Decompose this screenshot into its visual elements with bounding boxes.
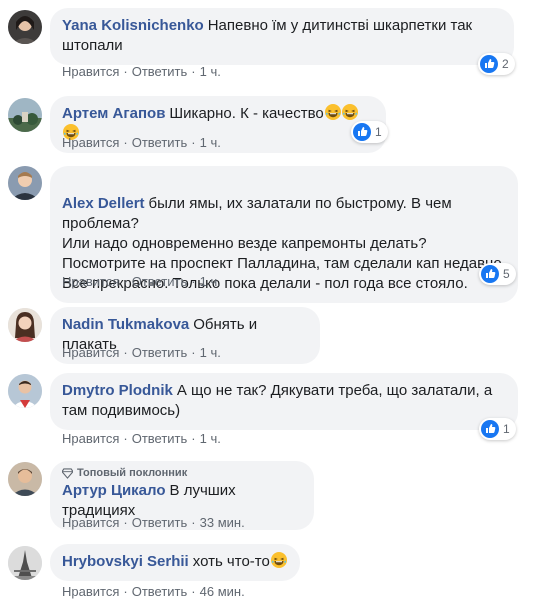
comment-bubble: Hrybovskyi Serhii хоть что-то (50, 544, 300, 581)
reaction-count-value: 1 (503, 422, 510, 436)
comment-author[interactable]: Yana Kolisnichenko (62, 17, 204, 34)
reply-link[interactable]: Ответить (132, 584, 188, 600)
like-link[interactable]: Нравится (62, 345, 119, 361)
top-fan-badge: Топовый поклонник (62, 466, 302, 480)
comment-actions: Нравится · Ответить · 1 ч. (62, 274, 221, 290)
separator: · (123, 274, 128, 289)
comment-author[interactable]: Dmytro Plodnik (62, 382, 173, 399)
reaction-count[interactable]: 2 (478, 53, 515, 75)
like-link[interactable]: Нравится (62, 64, 119, 80)
separator: · (191, 274, 196, 289)
like-icon (480, 55, 498, 73)
comment-author[interactable]: Nadin Tukmakova (62, 316, 189, 333)
comment-actions: Нравится · Ответить · 1 ч. (62, 345, 221, 361)
like-link[interactable]: Нравится (62, 274, 119, 290)
timestamp[interactable]: 1 ч. (200, 431, 221, 447)
avatar[interactable] (8, 166, 42, 200)
separator: · (191, 584, 196, 599)
comment-actions: Нравится · Ответить · 1 ч. (62, 64, 221, 80)
avatar[interactable] (8, 546, 42, 580)
timestamp[interactable]: 33 мин. (200, 515, 245, 531)
like-icon (481, 265, 499, 283)
comment-bubble: Dmytro Plodnik А що не так? Дякувати треб… (50, 373, 518, 430)
like-icon (481, 420, 499, 438)
separator: · (191, 431, 196, 446)
like-icon (353, 123, 371, 141)
separator: · (123, 584, 128, 599)
comment-author[interactable]: Alex Dellert (62, 195, 145, 212)
separator: · (191, 515, 196, 530)
comment-text: хоть что-то (192, 553, 270, 570)
timestamp[interactable]: 1 ч. (200, 274, 221, 290)
separator: · (191, 64, 196, 79)
comment-author[interactable]: Hrybovskyi Serhii (62, 553, 189, 570)
reply-link[interactable]: Ответить (132, 345, 188, 361)
like-link[interactable]: Нравится (62, 431, 119, 447)
laughing-emoji-icon (324, 104, 341, 120)
avatar[interactable] (8, 374, 42, 408)
comment-actions: Нравится · Ответить · 1 ч. (62, 431, 221, 447)
timestamp[interactable]: 1 ч. (200, 345, 221, 361)
timestamp[interactable]: 46 мин. (200, 584, 245, 600)
reaction-count-value: 5 (503, 267, 510, 281)
like-link[interactable]: Нравится (62, 135, 119, 151)
laughing-emoji-icon (270, 552, 287, 568)
comment-author[interactable]: Артем Агапов (62, 105, 165, 122)
separator: · (123, 345, 128, 360)
avatar[interactable] (8, 462, 42, 496)
like-link[interactable]: Нравится (62, 515, 119, 531)
reply-link[interactable]: Ответить (132, 64, 188, 80)
separator: · (123, 64, 128, 79)
comment-author[interactable]: Артур Цикало (62, 482, 166, 499)
comment-bubble: Yana Kolisnichenko Напевно їм у дитинстві… (50, 8, 514, 65)
timestamp[interactable]: 1 ч. (200, 64, 221, 80)
reaction-count[interactable]: 5 (479, 263, 516, 285)
like-link[interactable]: Нравится (62, 584, 119, 600)
comment-actions: Нравится · Ответить · 1 ч. (62, 135, 221, 151)
timestamp[interactable]: 1 ч. (200, 135, 221, 151)
separator: · (191, 345, 196, 360)
avatar[interactable] (8, 308, 42, 342)
reaction-count-value: 1 (375, 125, 382, 139)
avatar[interactable] (8, 98, 42, 132)
avatar[interactable] (8, 10, 42, 44)
reply-link[interactable]: Ответить (132, 135, 188, 151)
reply-link[interactable]: Ответить (132, 274, 188, 290)
separator: · (123, 431, 128, 446)
reaction-count[interactable]: 1 (351, 121, 388, 143)
reaction-count-value: 2 (502, 57, 509, 71)
comment-text: Шикарно. К - качество (169, 105, 324, 122)
separator: · (123, 135, 128, 150)
diamond-icon (62, 467, 73, 479)
reply-link[interactable]: Ответить (132, 431, 188, 447)
separator: · (191, 135, 196, 150)
top-fan-label: Топовый поклонник (77, 467, 188, 479)
separator: · (123, 515, 128, 530)
laughing-emoji-icon (341, 104, 358, 120)
reply-link[interactable]: Ответить (132, 515, 188, 531)
comment-actions: Нравится · Ответить · 33 мин. (62, 515, 245, 531)
comment-actions: Нравится · Ответить · 46 мин. (62, 584, 245, 600)
reaction-count[interactable]: 1 (479, 418, 516, 440)
